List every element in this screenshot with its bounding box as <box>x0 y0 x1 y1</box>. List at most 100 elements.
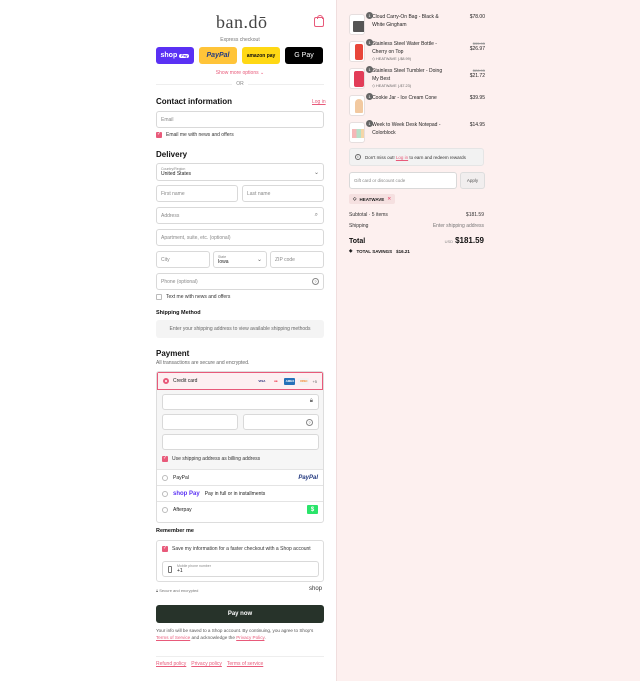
save-info-option[interactable]: Save my information for a faster checkou… <box>162 545 311 552</box>
amex-icon: AMEX <box>284 377 296 385</box>
footer-divider <box>156 656 324 657</box>
help-icon[interactable]: ? <box>306 419 313 426</box>
refund-policy-link[interactable]: Refund policy <box>156 661 186 667</box>
first-name-field[interactable]: First name <box>156 185 238 202</box>
shop-pay-pill: Pay <box>179 53 190 58</box>
login-link[interactable]: Log in <box>312 99 326 105</box>
card-number-field[interactable]: 🔒︎ <box>162 394 319 410</box>
bottle-thumbnail <box>355 44 363 60</box>
credit-card-option[interactable]: Credit card VISA ●● AMEX DISC +5 <box>157 372 323 390</box>
shop-pay-button[interactable]: shop Pay <box>156 47 194 64</box>
newsletter-checkbox[interactable] <box>156 131 162 138</box>
discover-icon: DISC <box>298 377 310 385</box>
expiry-field[interactable] <box>162 414 238 430</box>
legal-text: Your info will be saved to a Shop accoun… <box>156 628 314 640</box>
payment-methods-panel: Credit card VISA ●● AMEX DISC +5 🔒︎ ? Us… <box>156 371 324 523</box>
amazon-pay-button[interactable]: amazon pay <box>242 47 280 64</box>
name-on-card-field[interactable] <box>162 434 319 450</box>
cart-icon[interactable] <box>314 15 324 27</box>
country-select[interactable]: Country/Region United States ⌄ <box>156 163 324 181</box>
save-info-checkbox[interactable] <box>162 545 168 552</box>
paypal-radio[interactable] <box>162 474 168 481</box>
notepad-thumbnail <box>352 129 365 138</box>
total-row: Total USD $181.59 <box>349 236 484 245</box>
item-thumbnail <box>349 122 366 143</box>
pay-now-button[interactable]: Pay now <box>156 605 324 623</box>
credit-card-form: 🔒︎ ? Use shipping address as billing add… <box>157 390 323 469</box>
visa-icon: VISA <box>258 379 266 383</box>
apartment-field[interactable]: Apartment, suite, etc. (optional) <box>156 229 324 246</box>
billing-same-option[interactable]: Use shipping address as billing address <box>162 455 260 462</box>
shipping-row: Shipping Enter shipping address <box>349 223 484 229</box>
quantity-badge: 1 <box>366 39 373 46</box>
help-icon[interactable]: ? <box>312 278 319 285</box>
more-cards-count: +5 <box>312 378 317 384</box>
or-label: OR <box>232 81 248 87</box>
brand-logo[interactable]: ban.dō <box>216 12 268 33</box>
text-me-checkbox[interactable] <box>156 294 162 300</box>
quantity-badge: 1 <box>366 93 373 100</box>
tag-icon: ◈ <box>349 248 353 253</box>
shop-pay-logo: shop Pay <box>173 490 200 497</box>
zip-field[interactable]: ZIP code <box>270 251 324 268</box>
bag-thumbnail <box>353 21 365 32</box>
shipping-method-notice: Enter your shipping address to view avai… <box>156 320 324 338</box>
footer-links: Refund policy Privacy policy Terms of se… <box>156 661 263 667</box>
google-pay-button[interactable]: G Pay <box>285 47 323 64</box>
terms-link[interactable]: Terms of Service <box>156 635 190 640</box>
phone-icon <box>168 566 172 573</box>
rewards-notice: i Don't miss out! Log in to earn and red… <box>349 148 484 166</box>
quantity-badge: 1 <box>366 120 373 127</box>
remove-discount-icon[interactable]: ✕ <box>387 196 391 202</box>
last-name-field[interactable]: Last name <box>242 185 324 202</box>
text-me-option[interactable]: Text me with news and offers <box>156 294 230 300</box>
state-select[interactable]: State Iowa ⌄ <box>213 251 267 268</box>
paypal-option[interactable]: PayPal PayPal <box>157 469 323 485</box>
shop-pay-option[interactable]: shop Pay Pay in full or in installments <box>157 485 323 501</box>
item-thumbnail <box>349 68 366 89</box>
item-thumbnail <box>349 14 366 35</box>
afterpay-option[interactable]: Afterpay $ <box>157 501 323 517</box>
phone-field[interactable]: Phone (optional) ? <box>156 273 324 290</box>
email-field[interactable]: Email <box>156 111 324 128</box>
shop-pay-radio[interactable] <box>162 490 168 497</box>
city-field[interactable]: City <box>156 251 210 268</box>
afterpay-logo: $ <box>307 505 318 514</box>
subtotal-row: Subtotal · 5 items $181.59 <box>349 212 484 218</box>
total-savings: ◈ TOTAL SAVINGS $16.21 <box>349 248 410 254</box>
paypal-logo: PayPal <box>298 474 318 481</box>
cookie-jar-thumbnail <box>355 99 363 113</box>
chevron-down-icon: ⌄ <box>313 170 319 176</box>
mobile-phone-field[interactable]: Mobile phone number +1 <box>162 561 319 577</box>
remember-me-heading: Remember me <box>156 528 194 534</box>
billing-same-checkbox[interactable] <box>162 455 168 462</box>
lock-icon: 🔒︎ <box>309 398 313 404</box>
contact-heading: Contact information <box>156 97 232 106</box>
rewards-login-link[interactable]: Log in <box>396 155 408 160</box>
search-icon: ⌕ <box>314 212 318 218</box>
remember-me-panel: Save my information for a faster checkou… <box>156 540 324 582</box>
item-thumbnail <box>349 41 366 62</box>
chevron-down-icon: ⌄ <box>256 257 262 263</box>
privacy-link[interactable]: Privacy Policy <box>236 635 264 640</box>
privacy-policy-link[interactable]: Privacy policy <box>191 661 222 667</box>
security-code-field[interactable]: ? <box>243 414 319 430</box>
afterpay-radio[interactable] <box>162 506 168 513</box>
checkout-form-panel: ban.dō Express checkout shop Pay PayPal a… <box>0 0 336 681</box>
address-field[interactable]: Address ⌕ <box>156 207 324 224</box>
discount-chip: ◇ HEATWAVE ✕ <box>349 194 396 204</box>
credit-card-radio[interactable] <box>163 378 169 384</box>
shipping-method-heading: Shipping Method <box>156 310 201 316</box>
apply-discount-button[interactable]: Apply <box>460 172 485 189</box>
paypal-button[interactable]: PayPal <box>199 47 237 64</box>
payment-subtitle: All transactions are secure and encrypte… <box>156 360 250 366</box>
newsletter-option[interactable]: Email me with news and offers <box>156 131 234 138</box>
discount-code-input[interactable]: Gift card or discount code <box>349 172 457 189</box>
shop-logo: shop <box>309 586 323 592</box>
tumbler-thumbnail <box>354 71 364 87</box>
terms-of-service-link[interactable]: Terms of service <box>227 661 263 667</box>
quantity-badge: 1 <box>366 66 373 73</box>
tag-icon: ◇ <box>353 196 357 201</box>
cart-item-list: Cloud Carry-On Bag - Black & White Gingh… <box>349 14 485 148</box>
payment-heading: Payment <box>156 349 190 358</box>
